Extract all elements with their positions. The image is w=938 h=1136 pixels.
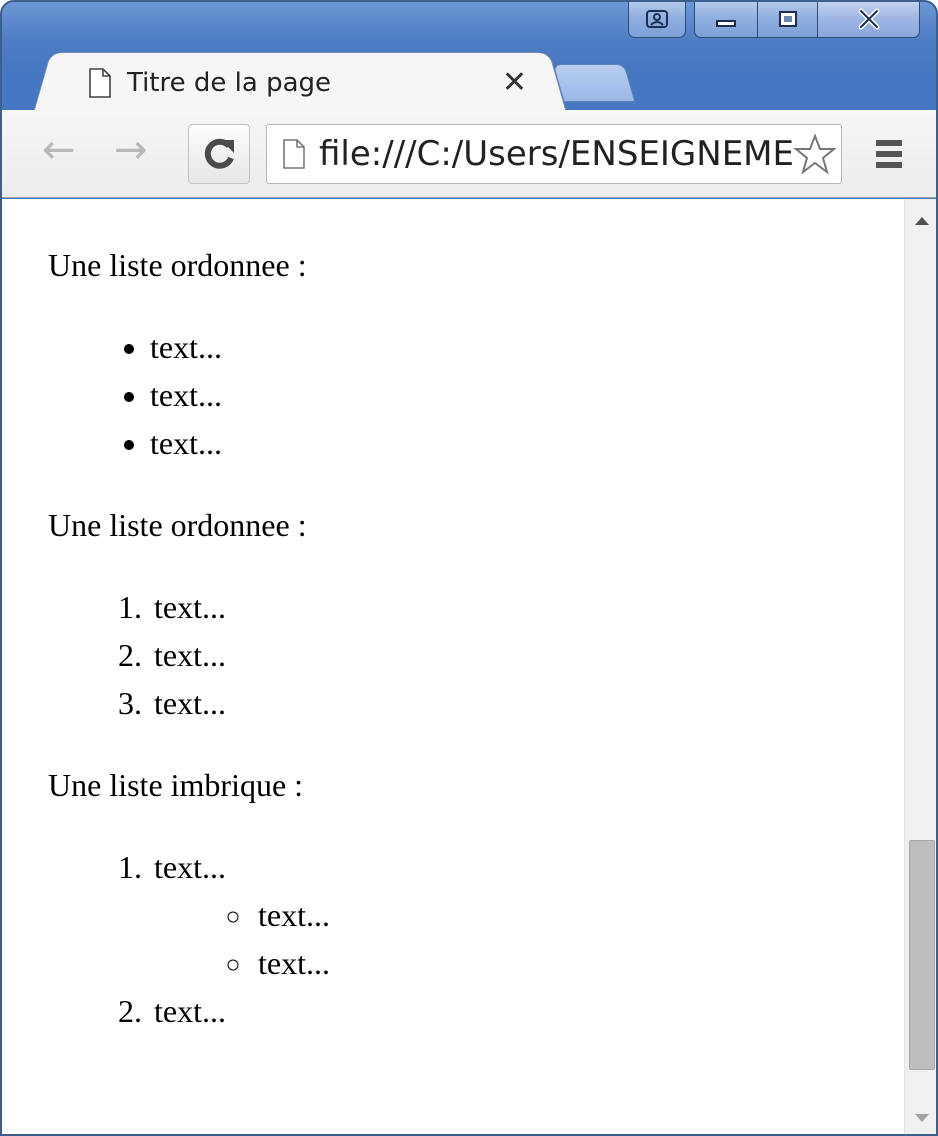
- section-heading: Une liste imbrique :: [48, 767, 304, 803]
- menu-icon[interactable]: [866, 136, 914, 172]
- list-item: text...: [150, 323, 868, 371]
- window-caption-buttons: [628, 2, 920, 40]
- page-body: Une liste ordonnee : text... text... tex…: [48, 245, 868, 1073]
- section-heading: Une liste ordonnee :: [48, 507, 307, 543]
- section-heading: Une liste ordonnee :: [48, 247, 307, 283]
- nested-list: text... text... text... text...: [48, 843, 868, 1035]
- page-icon: [283, 139, 305, 169]
- scroll-up-arrow-icon[interactable]: [915, 217, 929, 225]
- unordered-list: text... text... text...: [48, 323, 868, 467]
- tab-close-icon[interactable]: ✕: [502, 67, 527, 98]
- sub-list: text... text...: [154, 891, 868, 987]
- page-icon: [89, 67, 111, 98]
- list-item: text...: [150, 371, 868, 419]
- minimize-icon: [716, 19, 736, 27]
- forward-icon[interactable]: →: [114, 130, 148, 170]
- address-bar[interactable]: file:///C:/Users/ENSEIGNEMENT: [266, 124, 842, 184]
- list-item: text...: [150, 419, 868, 467]
- scrollbar-thumb[interactable]: [909, 840, 935, 1071]
- vertical-scrollbar[interactable]: [904, 199, 936, 1134]
- list-item: text... text... text...: [150, 843, 868, 987]
- close-button[interactable]: [818, 2, 920, 38]
- browser-tab[interactable]: Titre de la page ✕: [50, 52, 550, 112]
- url-text[interactable]: file:///C:/Users/ENSEIGNEMENT: [319, 134, 793, 174]
- reload-icon: [204, 138, 234, 169]
- back-icon[interactable]: ←: [42, 130, 76, 170]
- new-tab-button[interactable]: [552, 64, 636, 102]
- reload-button[interactable]: [188, 124, 250, 184]
- list-item: text...: [150, 987, 868, 1035]
- maximize-icon: [778, 10, 797, 27]
- sub-list-item: text...: [254, 891, 868, 939]
- minimize-button[interactable]: [694, 2, 758, 38]
- list-item: text...: [150, 583, 868, 631]
- ordered-list: text... text... text...: [48, 583, 868, 727]
- sub-list-item: text...: [254, 939, 868, 987]
- bookmark-star-icon[interactable]: [793, 132, 837, 176]
- toolbar: ← → file:///C:/Users/ENSEIGNEMENT: [2, 110, 936, 198]
- list-item-label: text...: [154, 849, 226, 885]
- browser-window: Titre de la page ✕ ← → file:///C:/Users/…: [0, 0, 938, 1136]
- tab-title: Titre de la page: [127, 67, 332, 98]
- maximize-button[interactable]: [758, 2, 818, 38]
- page-content: Une liste ordonnee : text... text... tex…: [2, 199, 936, 1134]
- scroll-down-arrow-icon[interactable]: [915, 1114, 929, 1122]
- user-button[interactable]: [628, 2, 686, 38]
- list-item: text...: [150, 631, 868, 679]
- close-icon: [858, 8, 879, 29]
- list-item: text...: [150, 679, 868, 727]
- user-icon: [646, 9, 668, 28]
